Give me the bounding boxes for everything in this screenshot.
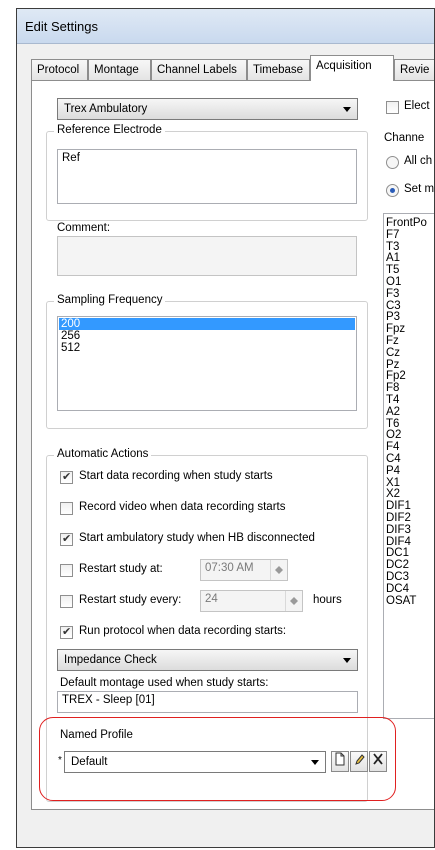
restart-time-input[interactable]: 07:30 AM (200, 559, 288, 581)
tab-channel-labels[interactable]: Channel Labels (151, 59, 247, 80)
tab-acquisition[interactable]: Acquisition (310, 55, 394, 81)
comment-label: Comment: (57, 222, 111, 234)
start-ambulatory-checkbox[interactable] (60, 532, 73, 546)
tab-review[interactable]: Revie (394, 59, 434, 80)
default-montage-input[interactable]: TREX - Sleep [01] (57, 691, 358, 713)
title-bar[interactable]: Edit Settings (17, 9, 434, 44)
channel-item[interactable]: DIF3 (386, 524, 434, 537)
restart-interval-value: 24 (205, 593, 218, 605)
channel-item[interactable]: O1 (386, 276, 434, 289)
restart-interval-input[interactable]: 24 (200, 590, 303, 612)
channel-item[interactable]: F7 (386, 229, 434, 242)
restart-time-value: 07:30 AM (205, 562, 254, 574)
restart-interval-spinner[interactable] (285, 591, 302, 611)
amplifier-value: Trex Ambulatory (64, 103, 148, 115)
record-video-checkbox[interactable] (60, 502, 73, 515)
amplifier-select[interactable]: Trex Ambulatory (57, 98, 358, 120)
reference-electrode-input[interactable]: Ref (57, 149, 357, 204)
sampling-option-256[interactable]: 256 (59, 330, 355, 342)
channel-item[interactable]: DIF2 (386, 512, 434, 525)
protocol-select[interactable]: Impedance Check (57, 649, 358, 671)
start-recording-label: Start data recording when study starts (79, 470, 273, 482)
sampling-frequency-list[interactable]: 200 256 512 (57, 316, 357, 411)
record-video-label: Record video when data recording starts (79, 501, 286, 513)
protocol-value: Impedance Check (64, 654, 157, 666)
channel-item[interactable]: C4 (386, 453, 434, 466)
automatic-actions-label: Automatic Actions (54, 448, 152, 460)
all-channels-radio[interactable] (386, 156, 399, 169)
highlight-annotation (39, 717, 396, 801)
run-protocol-checkbox[interactable] (60, 625, 73, 639)
restart-at-label: Restart study at: (79, 563, 163, 575)
spin-down-icon (290, 601, 298, 605)
tab-timebase[interactable]: Timebase (247, 59, 310, 80)
electrode-checkbox[interactable] (386, 101, 399, 114)
restart-every-label: Restart study every: (79, 594, 182, 606)
restart-interval-unit: hours (313, 594, 342, 606)
window-title: Edit Settings (25, 19, 98, 34)
spin-down-icon (275, 570, 283, 574)
edit-settings-window: Edit Settings Protocol Montage Channel L… (16, 8, 435, 848)
channel-item[interactable]: OSAT (386, 595, 434, 608)
channel-item[interactable]: F3 (386, 288, 434, 301)
all-channels-label: All ch (404, 155, 433, 167)
channel-item[interactable]: DC4 (386, 583, 434, 596)
restart-at-checkbox[interactable] (60, 564, 73, 577)
sampling-option-512[interactable]: 512 (59, 342, 355, 354)
start-ambulatory-label: Start ambulatory study when HB disconnec… (79, 532, 315, 544)
channels-label: Channe (384, 132, 425, 144)
electrode-label: Elect (404, 100, 430, 112)
tab-protocol[interactable]: Protocol (31, 59, 88, 80)
start-recording-checkbox[interactable] (60, 470, 73, 484)
restart-time-spinner[interactable] (270, 560, 287, 580)
reference-electrode-label: Reference Electrode (54, 124, 165, 136)
set-channels-radio[interactable] (386, 184, 399, 197)
tab-montage[interactable]: Montage (88, 59, 151, 80)
chevron-down-icon (343, 107, 351, 112)
run-protocol-label: Run protocol when data recording starts: (79, 625, 287, 637)
acquisition-panel: Trex Ambulatory Reference Electrode Ref … (31, 80, 435, 810)
sampling-frequency-label: Sampling Frequency (54, 294, 166, 306)
sampling-option-200[interactable]: 200 (59, 318, 355, 330)
comment-input[interactable] (57, 236, 357, 276)
restart-every-checkbox[interactable] (60, 595, 73, 608)
channel-item[interactable]: Fz (386, 335, 434, 348)
set-channels-label: Set m (404, 183, 435, 195)
channel-item[interactable]: Cz (386, 347, 434, 360)
channel-item[interactable]: T4 (386, 394, 434, 407)
channel-item[interactable]: DC3 (386, 571, 434, 584)
channel-item[interactable]: P4 (386, 465, 434, 478)
chevron-down-icon (343, 658, 351, 663)
default-montage-label: Default montage used when study starts: (60, 677, 269, 689)
channel-item[interactable]: A2 (386, 406, 434, 419)
channel-list[interactable]: FrontPo F7 T3 A1 T5 O1 F3 C3 P3 Fpz Fz Cz Pz Fp2 F8 T4 A… (383, 213, 434, 719)
